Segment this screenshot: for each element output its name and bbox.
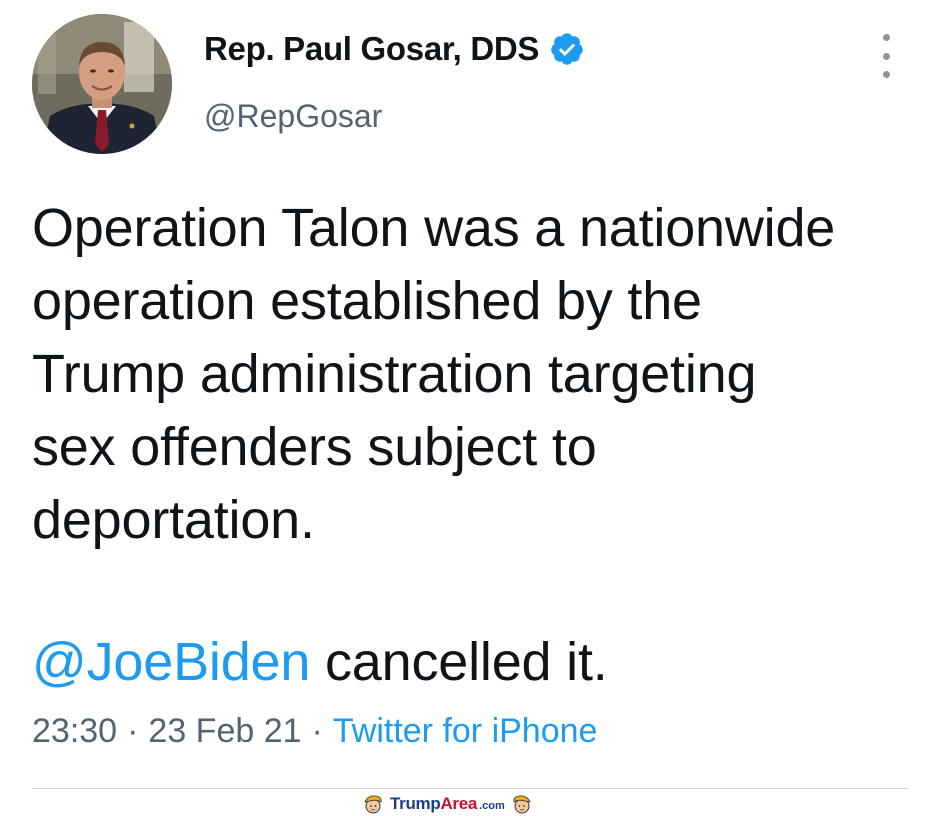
tweet-date[interactable]: 23 Feb 21 xyxy=(148,712,301,751)
tweet-source-link[interactable]: Twitter for iPhone xyxy=(333,712,598,751)
tweet-metadata: 23:30 · 23 Feb 21 · Twitter for iPhone xyxy=(32,712,597,751)
divider xyxy=(32,788,908,789)
tweet-mention-line: @JoeBiden cancelled it. xyxy=(32,626,608,699)
mention-followup-text: cancelled it. xyxy=(310,632,608,692)
meta-separator: · xyxy=(127,712,139,750)
more-dot xyxy=(882,71,890,78)
watermark-logo: TrumpArea .com xyxy=(362,792,533,816)
more-dot xyxy=(882,34,890,41)
tweet-body: Operation Talon was a nationwide operati… xyxy=(32,192,912,557)
author-handle[interactable]: @RepGosar xyxy=(204,98,382,135)
verified-badge-icon xyxy=(549,31,585,67)
more-dot xyxy=(882,52,890,60)
watermark-brand: TrumpArea xyxy=(390,794,477,814)
tweet-card: Rep. Paul Gosar, DDS @RepGosar Operation… xyxy=(0,0,940,816)
watermark-face-icon xyxy=(513,795,531,814)
tweet-text-line: Operation Talon was a nationwide xyxy=(32,198,836,258)
author-display-name[interactable]: Rep. Paul Gosar, DDS xyxy=(204,30,539,68)
tweet-text-line: operation established by the xyxy=(32,271,702,331)
mention-link[interactable]: @JoeBiden xyxy=(32,632,310,692)
meta-separator: · xyxy=(311,712,323,750)
author-avatar[interactable] xyxy=(32,14,172,154)
watermark-face-icon xyxy=(364,795,382,814)
more-options-icon[interactable] xyxy=(868,34,904,78)
tweet-text-line: sex offenders subject to xyxy=(32,417,597,477)
tweet-text-line: Trump administration targeting xyxy=(32,344,757,404)
watermark-brand-part2: Area xyxy=(440,794,478,813)
avatar-portrait-image xyxy=(32,14,172,154)
watermark-brand-part1: Trump xyxy=(390,794,441,813)
tweet-text-line: deportation. xyxy=(32,490,315,550)
tweet-time[interactable]: 23:30 xyxy=(32,712,117,751)
author-name-row[interactable]: Rep. Paul Gosar, DDS xyxy=(204,30,585,68)
watermark-suffix: .com xyxy=(479,800,505,812)
